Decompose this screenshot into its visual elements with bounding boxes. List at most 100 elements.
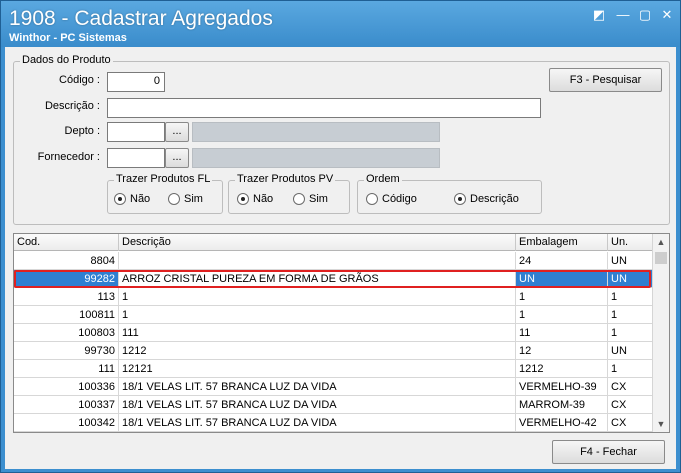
cell-un: 1 xyxy=(608,306,653,324)
cell-cod: 111 xyxy=(14,360,119,378)
trazer-pv-group: Trazer Produtos PV Não Sim xyxy=(228,173,350,214)
radio-unselected-icon[interactable] xyxy=(293,193,305,205)
cell-un: 1 xyxy=(608,324,653,342)
cell-descricao: 1 xyxy=(119,288,516,306)
radio-unselected-icon[interactable] xyxy=(366,193,378,205)
column-header-descricao[interactable]: Descrição xyxy=(119,234,516,251)
cell-descricao: 12121 xyxy=(119,360,516,378)
cell-cod: 99730 xyxy=(14,342,119,360)
fornecedor-description-field xyxy=(192,148,440,168)
trazer-fl-group: Trazer Produtos FL Não Sim xyxy=(107,173,223,214)
cell-cod: 100337 xyxy=(14,396,119,414)
cell-embalagem: VERMELHO-42 xyxy=(516,414,608,432)
cell-embalagem: 24 xyxy=(516,252,608,270)
codigo-input[interactable]: 0 xyxy=(107,72,165,92)
table-row[interactable]: 100811 1 1 1 xyxy=(14,306,653,324)
cell-un: CX xyxy=(608,414,653,432)
fornecedor-lookup-button[interactable]: ... xyxy=(165,148,189,168)
descricao-label: Descrição : xyxy=(44,100,100,112)
pesquisar-button[interactable]: F3 - Pesquisar xyxy=(549,68,662,92)
cell-cod: 100342 xyxy=(14,414,119,432)
cell-embalagem: 1 xyxy=(516,288,608,306)
fornecedor-input[interactable] xyxy=(107,148,165,168)
cell-un: 1 xyxy=(608,360,653,378)
cell-cod: 100811 xyxy=(14,306,119,324)
cell-un: CX xyxy=(608,396,653,414)
window-title: 1908 - Cadastrar Agregados xyxy=(9,7,273,30)
scroll-down-icon[interactable]: ▼ xyxy=(653,416,669,432)
table-row[interactable]: 100803 111 11 1 xyxy=(14,324,653,342)
cell-un: 1 xyxy=(608,288,653,306)
ordem-group: Ordem Código Descrição xyxy=(357,173,542,214)
radio-selected-icon[interactable] xyxy=(454,193,466,205)
table-row[interactable]: 100336 18/1 VELAS LIT. 57 BRANCA LUZ DA … xyxy=(14,378,653,396)
column-header-un[interactable]: Un. xyxy=(608,234,653,251)
app-window: 1908 - Cadastrar Agregados Winthor - PC … xyxy=(0,0,681,473)
table-row[interactable]: 8804 24 UN xyxy=(14,252,653,270)
cell-descricao: ARROZ CRISTAL PUREZA EM FORMA DE GRÃOS xyxy=(119,270,516,288)
ordem-codigo-radio[interactable]: Código xyxy=(366,193,417,205)
radio-selected-icon[interactable] xyxy=(114,193,126,205)
cell-descricao: 1 xyxy=(119,306,516,324)
cell-cod: 99282 xyxy=(14,270,119,288)
column-header-embalagem[interactable]: Embalagem xyxy=(516,234,608,251)
descricao-input[interactable] xyxy=(107,98,541,118)
products-grid[interactable]: Cod. Descrição Embalagem Un. 8804 24 UN … xyxy=(13,233,670,433)
radio-selected-icon[interactable] xyxy=(237,193,249,205)
cell-un: UN xyxy=(608,270,653,288)
scroll-up-icon[interactable]: ▲ xyxy=(653,234,669,250)
cell-embalagem: 11 xyxy=(516,324,608,342)
cell-un: CX xyxy=(608,378,653,396)
cell-descricao: 111 xyxy=(119,324,516,342)
cell-cod: 100803 xyxy=(14,324,119,342)
table-row[interactable]: 99730 1212 12 UN xyxy=(14,342,653,360)
table-row[interactable]: 100337 18/1 VELAS LIT. 57 BRANCA LUZ DA … xyxy=(14,396,653,414)
dados-produto-group: Dados do Produto Código : 0 Descrição : … xyxy=(13,54,670,225)
maximize-icon[interactable]: ▢ xyxy=(633,6,657,24)
cell-embalagem: VERMELHO-39 xyxy=(516,378,608,396)
trazer-pv-legend: Trazer Produtos PV xyxy=(235,173,336,185)
minimize-icon[interactable]: — xyxy=(611,6,635,24)
table-row[interactable]: 113 1 1 1 xyxy=(14,288,653,306)
grid-header: Cod. Descrição Embalagem Un. xyxy=(14,234,653,251)
trazer-pv-sim-label: Sim xyxy=(309,193,328,205)
cell-embalagem: UN xyxy=(516,270,608,288)
trazer-pv-nao-label: Não xyxy=(253,193,274,205)
trazer-pv-nao-radio[interactable]: Não xyxy=(237,193,273,205)
window-subtitle: Winthor - PC Sistemas xyxy=(9,32,127,44)
cell-descricao: 18/1 VELAS LIT. 57 BRANCA LUZ DA VIDA xyxy=(119,378,516,396)
ordem-descricao-radio[interactable]: Descrição xyxy=(454,193,519,205)
title-bar[interactable]: 1908 - Cadastrar Agregados Winthor - PC … xyxy=(1,1,680,47)
close-icon[interactable]: ✕ xyxy=(655,6,679,24)
table-row[interactable]: 111 12121 1212 1 xyxy=(14,360,653,378)
depto-lookup-button[interactable]: ... xyxy=(165,122,189,142)
trazer-fl-nao-label: Não xyxy=(130,193,151,205)
cell-cod: 100336 xyxy=(14,378,119,396)
column-header-cod[interactable]: Cod. xyxy=(14,234,119,251)
trazer-pv-sim-radio[interactable]: Sim xyxy=(293,193,328,205)
ordem-legend: Ordem xyxy=(364,173,402,185)
trazer-fl-nao-radio[interactable]: Não xyxy=(114,193,150,205)
radio-unselected-icon[interactable] xyxy=(168,193,180,205)
fechar-button[interactable]: F4 - Fechar xyxy=(552,440,665,464)
cell-un: UN xyxy=(608,342,653,360)
cell-embalagem: 1 xyxy=(516,306,608,324)
scroll-thumb[interactable] xyxy=(655,252,667,264)
cell-descricao: 18/1 VELAS LIT. 57 BRANCA LUZ DA VIDA xyxy=(119,414,516,432)
trazer-fl-sim-radio[interactable]: Sim xyxy=(168,193,203,205)
depto-label: Depto : xyxy=(64,125,100,137)
cell-embalagem: MARROM-39 xyxy=(516,396,608,414)
cell-embalagem: 12 xyxy=(516,342,608,360)
table-row[interactable]: 100342 18/1 VELAS LIT. 57 BRANCA LUZ DA … xyxy=(14,414,653,432)
ordem-codigo-label: Código xyxy=(382,193,417,205)
codigo-label: Código : xyxy=(59,74,100,86)
grid-vertical-scrollbar[interactable]: ▲ ▼ xyxy=(652,234,669,432)
cell-descricao: 18/1 VELAS LIT. 57 BRANCA LUZ DA VIDA xyxy=(119,396,516,414)
trazer-fl-sim-label: Sim xyxy=(184,193,203,205)
cell-descricao xyxy=(119,252,516,270)
dados-produto-legend: Dados do Produto xyxy=(20,54,113,66)
restore-icon[interactable]: ◩ xyxy=(587,6,611,24)
client-area: Dados do Produto Código : 0 Descrição : … xyxy=(5,47,676,469)
table-row-selected[interactable]: 99282 ARROZ CRISTAL PUREZA EM FORMA DE G… xyxy=(14,270,653,288)
depto-input[interactable] xyxy=(107,122,165,142)
